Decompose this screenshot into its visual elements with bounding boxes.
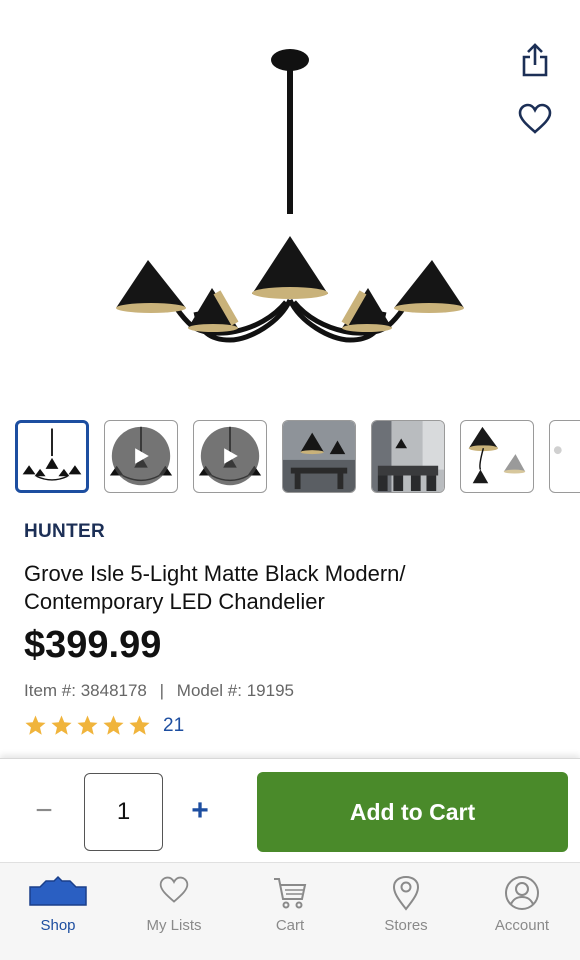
- video-thumbnail: [109, 426, 173, 486]
- item-model-numbers: Item #: 3848178 | Model #: 19195: [24, 681, 294, 701]
- chandelier-image: [116, 49, 464, 343]
- add-to-cart-button[interactable]: Add to Cart: [257, 772, 568, 852]
- heart-icon: [159, 876, 189, 903]
- product-hero-image[interactable]: [0, 0, 580, 410]
- room-scene-thumbnail: [283, 421, 355, 492]
- star-icon: [129, 715, 150, 735]
- model-label: Model #:: [176, 681, 242, 700]
- tab-label: Account: [494, 917, 550, 934]
- quantity-decrease-button[interactable]: −: [28, 791, 60, 831]
- tab-label: Shop: [40, 917, 76, 934]
- star-icon: [51, 715, 72, 735]
- share-button[interactable]: [515, 40, 555, 80]
- cart-icon: [274, 878, 307, 909]
- model-number: 19195: [246, 681, 294, 700]
- product-price: $399.99: [24, 624, 162, 666]
- item-label: Item #:: [24, 681, 76, 700]
- quantity-field[interactable]: 1: [84, 773, 163, 851]
- thumbnail-3-video[interactable]: [193, 420, 267, 493]
- favorite-button[interactable]: [513, 99, 557, 139]
- star-icon: [77, 715, 98, 735]
- thumbnail-2-video[interactable]: [104, 420, 178, 493]
- tab-label: Stores: [384, 917, 428, 934]
- video-thumbnail: [198, 426, 262, 486]
- add-to-cart-bar: − 1 + Add to Cart: [0, 758, 580, 862]
- tab-account[interactable]: Account: [464, 863, 580, 960]
- thumbnail-strip: [0, 418, 580, 496]
- thumbnail-1[interactable]: [15, 420, 89, 493]
- account-icon: [505, 876, 539, 910]
- product-rating[interactable]: 21: [24, 714, 184, 737]
- star-icon: [25, 715, 46, 735]
- dining-room-thumbnail: [372, 421, 444, 492]
- product-thumbnail: [553, 446, 562, 455]
- review-count-link[interactable]: 21: [163, 715, 184, 737]
- heart-icon: [518, 103, 552, 134]
- tab-my-lists[interactable]: My Lists: [116, 863, 232, 960]
- thumbnail-6[interactable]: [460, 420, 534, 493]
- thumbnail-5[interactable]: [371, 420, 445, 493]
- tab-cart[interactable]: Cart: [232, 863, 348, 960]
- thumbnail-7[interactable]: [549, 420, 580, 493]
- shop-icon: [29, 875, 87, 906]
- share-icon: [522, 43, 548, 77]
- chandelier-thumbnail: [22, 428, 82, 481]
- star-rating: [24, 714, 151, 737]
- tab-shop[interactable]: Shop: [0, 863, 116, 960]
- brand-name[interactable]: HUNTER: [24, 521, 105, 543]
- quantity-increase-button[interactable]: +: [184, 791, 216, 831]
- tab-label: Cart: [275, 917, 305, 934]
- item-number: 3848178: [80, 681, 147, 700]
- separator: |: [159, 681, 165, 700]
- shade-detail-thumbnail: [468, 426, 526, 484]
- thumbnail-4[interactable]: [282, 420, 356, 493]
- location-pin-icon: [392, 875, 420, 911]
- product-title: Grove Isle 5-Light Matte Black Modern/ C…: [24, 561, 406, 614]
- bottom-tab-bar: Shop My Lists Cart Stores Account: [0, 862, 580, 960]
- star-icon: [103, 715, 124, 735]
- tab-label: My Lists: [146, 917, 202, 934]
- tab-stores[interactable]: Stores: [348, 863, 464, 960]
